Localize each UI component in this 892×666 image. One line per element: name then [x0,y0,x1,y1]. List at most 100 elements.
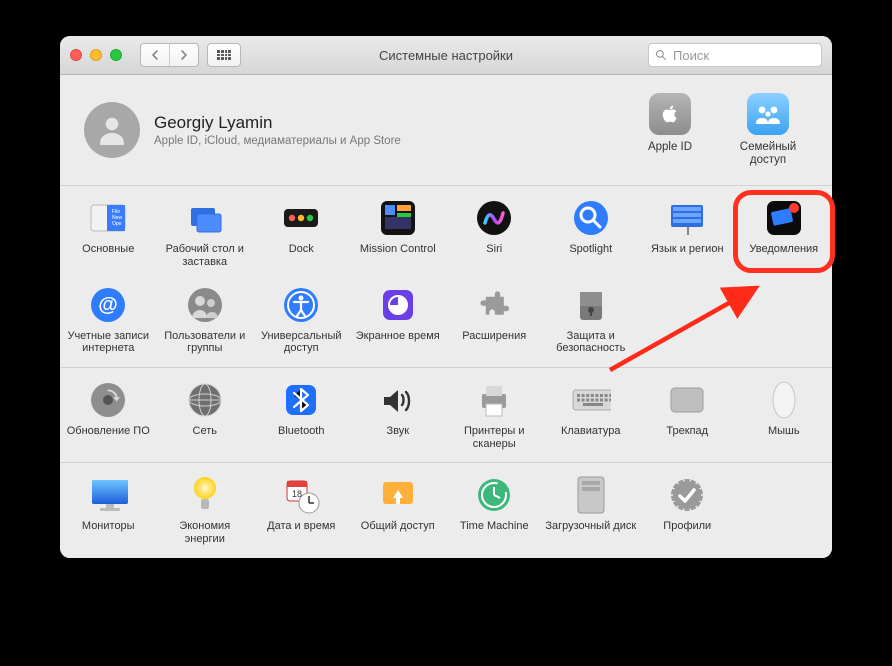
bluetooth-icon [281,380,321,420]
pref-internet-accounts[interactable]: @Учетные записи интернета [60,285,157,355]
back-button[interactable] [141,44,170,66]
account-info[interactable]: Georgiy Lyamin Apple ID, iCloud, медиама… [154,113,636,147]
mission-icon [378,198,418,238]
pref-label: Общий доступ [352,520,445,533]
pref-label: Расширения [448,330,541,343]
svg-text:@: @ [98,294,118,316]
preferences-section: МониторыЭкономия энергии 18 Дата и время Об… [60,463,832,557]
pref-notifications[interactable]: Уведомления [736,198,833,268]
pref-label: Язык и регион [641,243,734,256]
pref-label: Сеть [159,425,252,438]
pref-label: Дата и время [255,520,348,533]
pref-datetime[interactable]: 18 Дата и время [253,475,350,545]
spotlight-icon [571,198,611,238]
pref-sound[interactable]: Звук [350,380,447,450]
displays-icon [88,475,128,515]
energy-icon [185,475,225,515]
minimize-button[interactable] [90,49,102,61]
security-icon [571,285,611,325]
pref-bluetooth[interactable]: Bluetooth [253,380,350,450]
pref-keyboard[interactable]: Клавиатура [543,380,640,450]
startup-disk-icon [571,475,611,515]
trackpad-icon [667,380,707,420]
pref-energy[interactable]: Экономия энергии [157,475,254,545]
pref-printers[interactable]: Принтеры и сканеры [446,380,543,450]
pref-extensions[interactable]: Расширения [446,285,543,355]
pref-profiles[interactable]: Профили [639,475,736,545]
pref-network[interactable]: Сеть [157,380,254,450]
pref-label: Мониторы [62,520,155,533]
pref-siri[interactable]: Siri [446,198,543,268]
pref-apple-id[interactable]: Apple ID [636,93,704,167]
pref-security[interactable]: Защита и безопасность [543,285,640,355]
pref-sharing[interactable]: Общий доступ [350,475,447,545]
pref-label: Профили [641,520,734,533]
pref-label: Универсальный доступ [255,330,348,355]
pref-label: Семейный доступ [734,141,802,167]
internet-accounts-icon: @ [88,285,128,325]
pref-label: Bluetooth [255,425,348,438]
pref-software-update[interactable]: Обновление ПО [60,380,157,450]
show-all-button[interactable] [207,43,241,67]
pref-spotlight[interactable]: Spotlight [543,198,640,268]
forward-button[interactable] [170,44,198,66]
account-subtitle: Apple ID, iCloud, медиаматериалы и App S… [154,135,636,147]
pref-language[interactable]: Язык и регион [639,198,736,268]
grid-icon [217,50,231,60]
language-icon [667,198,707,238]
pref-label: Клавиатура [545,425,638,438]
pref-accessibility[interactable]: Универсальный доступ [253,285,350,355]
pref-label: Apple ID [636,141,704,154]
notifications-icon [764,198,804,238]
pref-label: Трекпад [641,425,734,438]
sharing-icon [378,475,418,515]
pref-general[interactable]: FileNewOpeОсновные [60,198,157,268]
profiles-icon [667,475,707,515]
avatar[interactable] [84,102,140,158]
timemachine-icon [474,475,514,515]
network-icon [185,380,225,420]
pref-displays[interactable]: Мониторы [60,475,157,545]
pref-mouse[interactable]: Мышь [736,380,833,450]
system-preferences-window: Системные настройки Georgiy Lyamin Apple… [60,36,832,558]
pref-mission[interactable]: Mission Control [350,198,447,268]
pref-label: Пользователи и группы [159,330,252,355]
general-icon: FileNewOpe [88,198,128,238]
datetime-icon: 18 [281,475,321,515]
zoom-button[interactable] [110,49,122,61]
siri-icon [474,198,514,238]
accessibility-icon [281,285,321,325]
pref-label: Siri [448,243,541,256]
extensions-icon [474,285,514,325]
apple-icon [649,93,691,135]
software-update-icon [88,380,128,420]
svg-text:Ope: Ope [112,221,122,227]
pref-label: Mission Control [352,243,445,256]
pref-desktop[interactable]: Рабочий стол и заставка [157,198,254,268]
users-icon [185,285,225,325]
pref-label: Принтеры и сканеры [448,425,541,450]
pref-label: Защита и безопасность [545,330,638,355]
pref-label: Звук [352,425,445,438]
pref-users[interactable]: Пользователи и группы [157,285,254,355]
account-header: Georgiy Lyamin Apple ID, iCloud, медиама… [60,75,832,186]
pref-screentime[interactable]: Экранное время [350,285,447,355]
pref-trackpad[interactable]: Трекпад [639,380,736,450]
pref-label: Загрузочный диск [545,520,638,533]
preferences-grid: FileNewOpeОсновныеРабочий стол и заставк… [60,186,832,557]
screentime-icon [378,285,418,325]
account-name: Georgiy Lyamin [154,113,636,133]
mouse-icon [764,380,804,420]
pref-family-sharing[interactable]: Семейный доступ [734,93,802,167]
pref-timemachine[interactable]: Time Machine [446,475,543,545]
search-input[interactable] [671,47,815,64]
account-right-prefs: Apple ID Семейный доступ [636,93,802,167]
search-field[interactable] [648,43,822,67]
pref-startup-disk[interactable]: Загрузочный диск [543,475,640,545]
pref-label: Экранное время [352,330,445,343]
window-controls [70,49,122,61]
pref-dock[interactable]: Dock [253,198,350,268]
titlebar: Системные настройки [60,36,832,75]
person-icon [94,112,130,148]
close-button[interactable] [70,49,82,61]
